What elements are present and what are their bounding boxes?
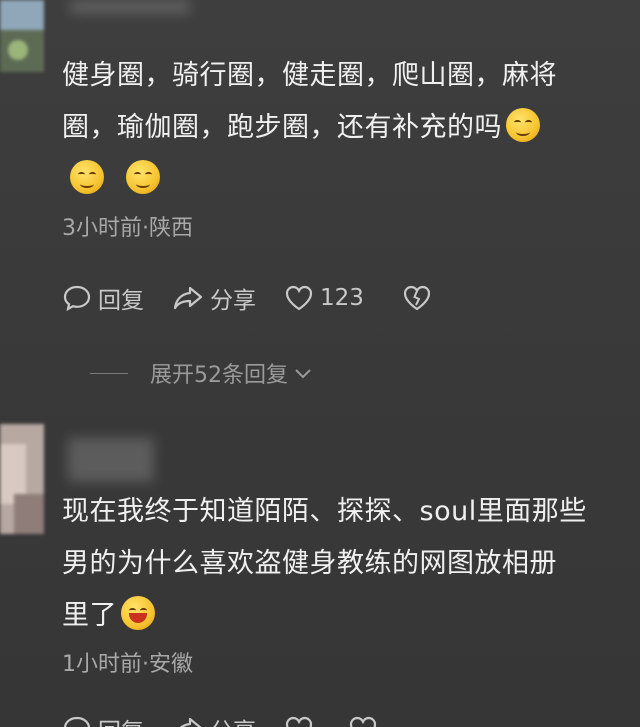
avatar[interactable] bbox=[0, 424, 44, 534]
comment-actions: 回复 分享 bbox=[62, 712, 412, 727]
emoji-line bbox=[62, 154, 622, 206]
dislike-button[interactable] bbox=[348, 715, 384, 727]
share-label: 分享 bbox=[210, 712, 256, 727]
comment-line: 现在我终于知道陌陌、探探、soul里面那些 bbox=[62, 496, 587, 527]
share-label: 分享 bbox=[210, 288, 256, 314]
reply-label: 回复 bbox=[98, 712, 144, 727]
comment-actions: 回复 分享 123 bbox=[62, 281, 466, 315]
comment-time: 3小时前 bbox=[62, 216, 142, 241]
laughing-emoji-icon bbox=[121, 596, 155, 630]
comment-bubble-icon bbox=[63, 285, 91, 312]
comment-line: 男的为什么喜欢盗健身教练的网图放相册 bbox=[62, 548, 557, 579]
broken-heart-icon bbox=[403, 285, 431, 311]
reply-button[interactable]: 回复 bbox=[62, 712, 144, 727]
dislike-button[interactable] bbox=[402, 284, 438, 312]
comment-text: 健身圈，骑行圈，健走圈，爬山圈，麻将 圈，瑜伽圈，跑步圈，还有补充的吗 bbox=[62, 50, 622, 206]
username-blurred bbox=[70, 0, 190, 14]
share-button[interactable]: 分享 bbox=[172, 281, 256, 315]
heart-icon bbox=[285, 716, 313, 727]
like-button[interactable]: 123 bbox=[284, 284, 364, 312]
comment-line: 里了 bbox=[62, 590, 622, 642]
avatar[interactable] bbox=[0, 0, 44, 72]
share-button[interactable]: 分享 bbox=[172, 712, 256, 727]
meta-separator: · bbox=[142, 216, 149, 241]
expand-replies-button[interactable]: 展开52条回复 bbox=[90, 357, 314, 389]
smirk-emoji-icon bbox=[70, 160, 104, 194]
comment-bubble-icon bbox=[64, 716, 90, 727]
comment-meta: 3小时前·陕西 bbox=[62, 210, 193, 242]
broken-heart-icon bbox=[349, 716, 377, 727]
divider-line bbox=[90, 372, 128, 374]
username-blurred bbox=[68, 438, 154, 482]
meta-separator: · bbox=[142, 652, 149, 677]
chevron-down-icon bbox=[295, 369, 311, 379]
comment-location: 陕西 bbox=[149, 216, 194, 241]
reply-label: 回复 bbox=[98, 288, 144, 314]
comment-list: 健身圈，骑行圈，健走圈，爬山圈，麻将 圈，瑜伽圈，跑步圈，还有补充的吗 3小时前… bbox=[0, 0, 640, 727]
reply-button[interactable]: 回复 bbox=[62, 281, 144, 315]
like-button[interactable] bbox=[284, 715, 320, 727]
expand-replies-label: 展开52条回复 bbox=[150, 363, 288, 388]
comment-text: 现在我终于知道陌陌、探探、soul里面那些 男的为什么喜欢盗健身教练的网图放相册… bbox=[62, 486, 622, 642]
smirk-emoji-icon bbox=[506, 108, 540, 142]
comment-line: 圈，瑜伽圈，跑步圈，还有补充的吗 bbox=[62, 102, 622, 154]
like-count: 123 bbox=[320, 285, 364, 311]
comment-time: 1小时前 bbox=[62, 652, 142, 677]
heart-icon bbox=[285, 285, 313, 311]
share-arrow-icon bbox=[173, 286, 203, 310]
comment-line: 健身圈，骑行圈，健走圈，爬山圈，麻将 bbox=[62, 60, 557, 91]
share-arrow-icon bbox=[179, 717, 202, 727]
smirk-emoji-icon bbox=[126, 160, 160, 194]
comment-meta: 1小时前·安徽 bbox=[62, 646, 193, 678]
comment-location: 安徽 bbox=[149, 652, 194, 677]
